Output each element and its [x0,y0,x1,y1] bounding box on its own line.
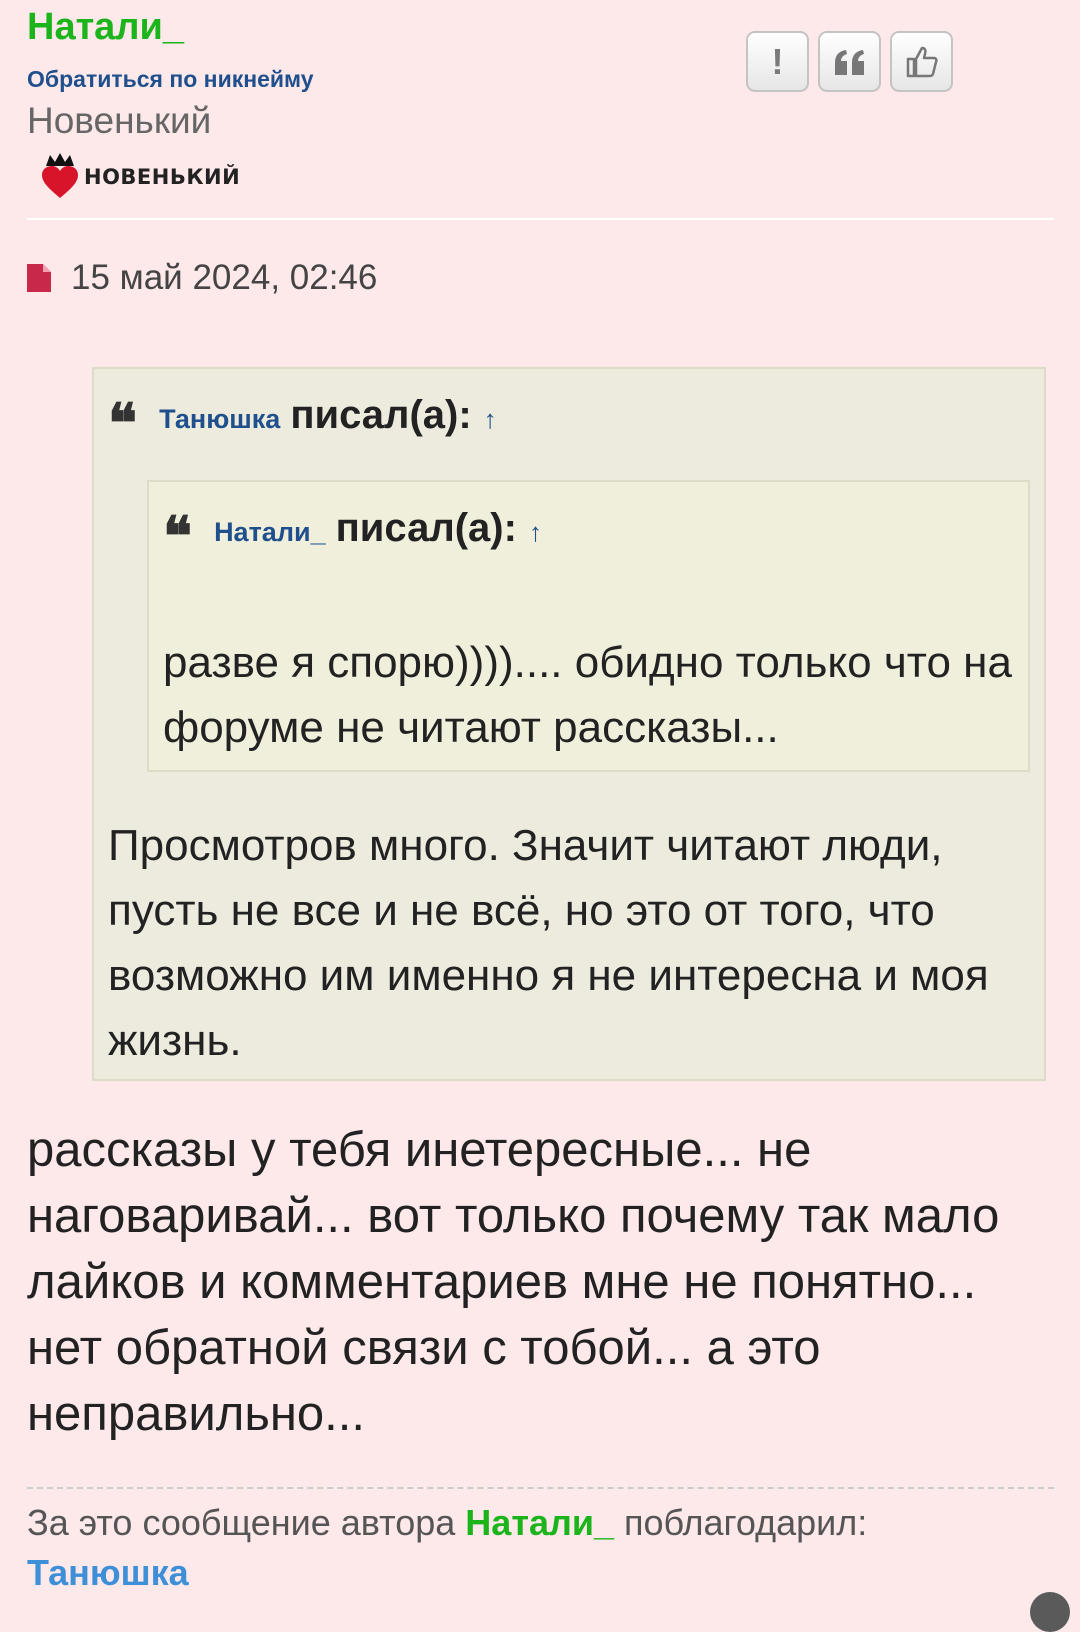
quote-block-inner: ❝ Натали_ писал(а): ↑ разве я спорю)))).… [147,480,1030,772]
quote-inner-text: разве я спорю)))).... обидно только что … [163,638,1012,752]
quote-source-arrow-link[interactable]: ↑ [484,404,497,435]
thanks-line: За это сообщение автора Натали_ поблагод… [27,1502,867,1544]
thanks-suffix: поблагодарил: [624,1502,868,1543]
post-date: 15 май 2024, 02:46 [27,258,377,298]
scroll-to-top-button[interactable] [1030,1592,1070,1632]
quote-outer-text: Просмотров много. Значит читают люди, пу… [108,821,989,1065]
header-divider [27,218,1054,220]
post-date-text: 15 май 2024, 02:46 [71,258,378,297]
quote-header: ❝ Натали_ писал(а): ↑ [163,504,542,563]
exclamation-icon: ! [771,40,784,82]
quote-mark-icon: ❝ [163,504,193,568]
author-rank-title: Новенький [27,100,212,141]
quote-source-arrow-link[interactable]: ↑ [529,517,542,548]
report-button[interactable]: ! [746,31,809,92]
quote-button[interactable] [818,31,881,92]
quote-header: ❝ Танюшка писал(а): ↑ [108,391,497,450]
quote-wrote-label: писал(а): [290,393,472,437]
thumbs-up-icon [906,46,938,77]
thanks-divider [27,1487,1054,1489]
quote-icon [834,49,864,75]
post-body-text: рассказы у тебя инетересные... не нагова… [27,1123,1000,1441]
quote-block-outer: ❝ Танюшка писал(а): ↑ ❝ Натали_ писал(а)… [92,367,1046,1081]
thanks-user-link[interactable]: Танюшка [27,1552,189,1594]
quote-wrote-label: писал(а): [335,506,517,550]
mention-by-nickname-link[interactable]: Обратиться по никнейму [27,66,314,93]
rank-badge-text: НОВЕНЬКИЙ [84,165,241,189]
thanks-author-link[interactable]: Натали_ [465,1502,614,1543]
quote-author-link[interactable]: Танюшка [159,404,280,435]
quote-author-link[interactable]: Натали_ [214,517,326,548]
quote-mark-icon: ❝ [108,391,138,455]
crowned-heart-icon [42,153,78,198]
rank-badge: НОВЕНЬКИЙ [40,150,240,204]
post-document-icon [27,264,51,292]
post-actions: ! [746,31,953,92]
thanks-prefix: За это сообщение автора [27,1502,456,1543]
forum-post: Натали_ Обратиться по никнейму Новенький… [0,0,1080,1632]
like-button[interactable] [890,31,953,92]
author-username[interactable]: Натали_ [27,6,184,49]
